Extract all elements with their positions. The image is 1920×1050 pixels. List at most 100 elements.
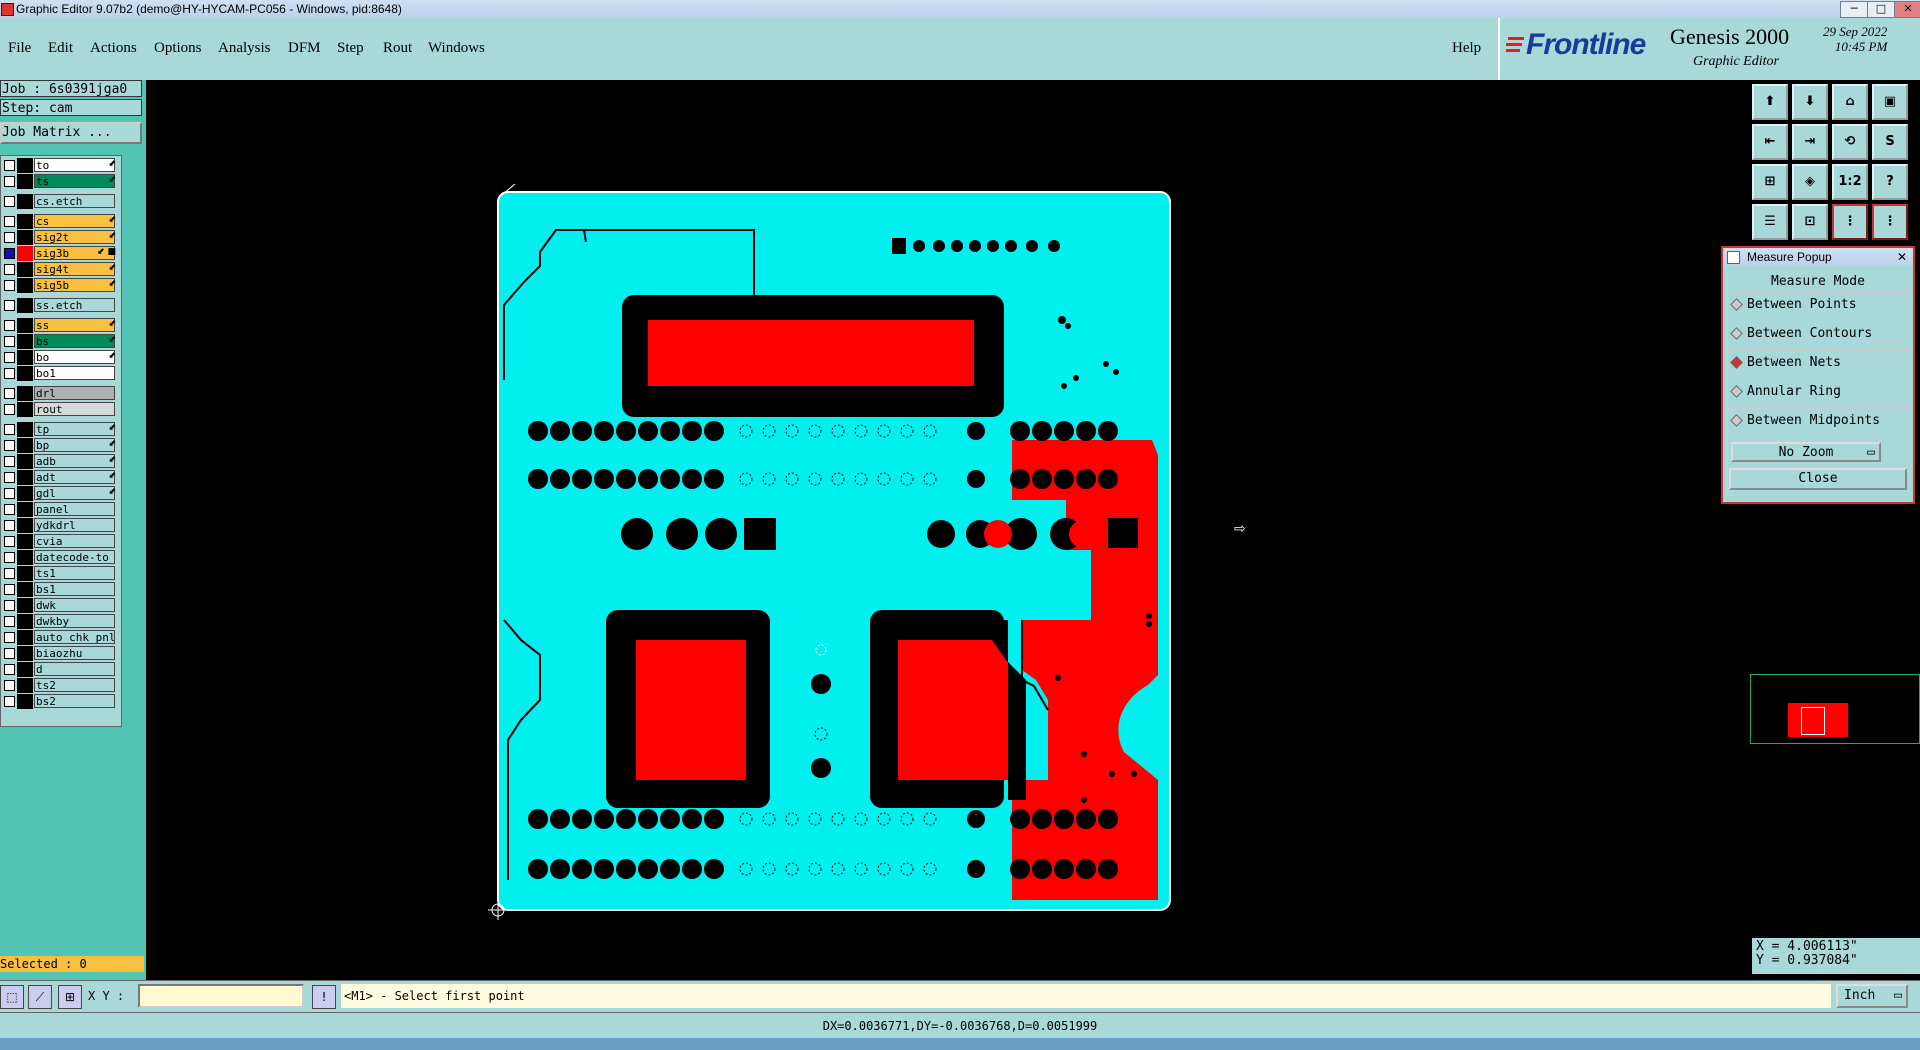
layer-checkbox[interactable] xyxy=(4,600,15,611)
layer-row-ts1[interactable]: ts1 xyxy=(1,566,119,581)
layer-row-ss[interactable]: ss ⬋ xyxy=(1,318,119,333)
measure-option-between-nets[interactable]: Between Nets xyxy=(1729,350,1911,375)
tool-help-icon[interactable]: ? xyxy=(1872,164,1908,200)
layer-row-dwkby[interactable]: dwkby xyxy=(1,614,119,629)
layer-row-datecode-to[interactable]: datecode-to xyxy=(1,550,119,565)
layer-row-bo[interactable]: bo ⬋ xyxy=(1,350,119,365)
overview-viewport[interactable] xyxy=(1801,707,1825,735)
layer-name[interactable]: dwkby xyxy=(34,614,115,628)
layer-name[interactable]: bs1 xyxy=(34,582,115,596)
layer-name[interactable]: bo xyxy=(34,350,115,364)
tool-pan-left-icon[interactable]: ⇤ xyxy=(1752,124,1788,160)
tool-net-icon[interactable]: ⋮ xyxy=(1832,204,1868,240)
layer-row-bs1[interactable]: bs1 xyxy=(1,582,119,597)
menu-rout[interactable]: Rout xyxy=(383,40,412,57)
layer-row-ts[interactable]: ts ⬋ xyxy=(1,174,119,189)
layer-checkbox[interactable] xyxy=(4,352,15,363)
radio-diamond-icon[interactable] xyxy=(1730,414,1743,427)
layer-name[interactable]: bs xyxy=(34,334,115,348)
layer-row-biaozhu[interactable]: biaozhu xyxy=(1,646,119,661)
tool-grid-icon[interactable]: ⊡ xyxy=(1792,204,1828,240)
layer-name[interactable]: rout xyxy=(34,402,115,416)
layer-checkbox[interactable] xyxy=(4,216,15,227)
layer-name[interactable]: sig5b xyxy=(34,278,115,292)
layer-name[interactable]: ts xyxy=(34,174,115,188)
layer-name[interactable]: dwk xyxy=(34,598,115,612)
tool-redraw-icon[interactable]: ⟲ xyxy=(1832,124,1868,160)
layer-name[interactable]: gdl xyxy=(34,486,115,500)
tool-snap-icon[interactable]: S xyxy=(1872,124,1908,160)
layer-row-cs.etch[interactable]: cs.etch xyxy=(1,194,119,209)
tool-layer-icon[interactable]: ☰ xyxy=(1752,204,1788,240)
layer-checkbox[interactable] xyxy=(4,440,15,451)
layer-row-rout[interactable]: rout xyxy=(1,402,119,417)
info-icon[interactable]: ! xyxy=(312,985,336,1009)
layer-row-cvia[interactable]: cvia xyxy=(1,534,119,549)
layer-row-cs[interactable]: cs ⬋ xyxy=(1,214,119,229)
menu-analysis[interactable]: Analysis xyxy=(218,40,271,57)
layer-row-drl[interactable]: drl xyxy=(1,386,119,401)
menu-help[interactable]: Help xyxy=(1452,40,1481,57)
tool-step-up-icon[interactable]: ⬆ xyxy=(1752,84,1788,120)
layer-name[interactable]: ts1 xyxy=(34,566,115,580)
measure-option-between-midpoints[interactable]: Between Midpoints xyxy=(1729,408,1911,433)
layer-checkbox[interactable] xyxy=(4,664,15,675)
measure-option-between-points[interactable]: Between Points xyxy=(1729,292,1911,317)
layer-row-adt[interactable]: adt ⬋ xyxy=(1,470,119,485)
job-matrix-button[interactable]: Job Matrix ... xyxy=(0,122,142,144)
close-window-button[interactable]: ✕ xyxy=(1894,1,1920,18)
layer-name[interactable]: tp xyxy=(34,422,115,436)
layer-checkbox[interactable] xyxy=(4,176,15,187)
layer-checkbox[interactable] xyxy=(4,568,15,579)
layer-row-panel[interactable]: panel xyxy=(1,502,119,517)
layer-name[interactable]: ss.etch xyxy=(34,298,115,312)
xy-input[interactable] xyxy=(138,984,304,1008)
layer-checkbox[interactable] xyxy=(4,456,15,467)
layer-checkbox[interactable] xyxy=(4,264,15,275)
layer-checkbox[interactable] xyxy=(4,232,15,243)
layer-name[interactable]: drl xyxy=(34,386,115,400)
radio-diamond-icon[interactable] xyxy=(1730,356,1743,369)
layer-checkbox[interactable] xyxy=(4,632,15,643)
menu-file[interactable]: File xyxy=(8,40,31,57)
layer-row-sig3b[interactable]: sig3b ⬋ ■ xyxy=(1,246,119,261)
layer-name[interactable]: to xyxy=(34,158,115,172)
close-button[interactable]: Close xyxy=(1729,468,1907,490)
layer-row-bp[interactable]: bp ⬋ xyxy=(1,438,119,453)
tool-zoom-fit-icon[interactable]: ⊞ xyxy=(1752,164,1788,200)
menu-windows[interactable]: Windows xyxy=(428,40,485,57)
layer-row-bo1[interactable]: bo1 xyxy=(1,366,119,381)
layer-checkbox[interactable] xyxy=(4,160,15,171)
layer-checkbox[interactable] xyxy=(4,368,15,379)
menu-dfm[interactable]: DFM xyxy=(288,40,321,57)
tool-home-icon[interactable]: ⌂ xyxy=(1832,84,1868,120)
layer-checkbox[interactable] xyxy=(4,320,15,331)
layer-checkbox[interactable] xyxy=(4,696,15,707)
menu-step[interactable]: Step xyxy=(337,40,364,57)
maximize-button[interactable]: □ xyxy=(1867,1,1895,18)
layer-checkbox[interactable] xyxy=(4,536,15,547)
layer-name[interactable]: biaozhu xyxy=(34,646,115,660)
layer-row-ts2[interactable]: ts2 xyxy=(1,678,119,693)
layer-checkbox[interactable] xyxy=(4,424,15,435)
layer-row-adb[interactable]: adb ⬋ xyxy=(1,454,119,469)
layer-row-sig2t[interactable]: sig2t ⬋ xyxy=(1,230,119,245)
radio-diamond-icon[interactable] xyxy=(1730,298,1743,311)
layer-name[interactable]: adt xyxy=(34,470,115,484)
menu-actions[interactable]: Actions xyxy=(90,40,137,57)
layer-row-bs2[interactable]: bs2 xyxy=(1,694,119,709)
layer-name[interactable]: sig2t xyxy=(34,230,115,244)
layer-row-to[interactable]: to ⬋ xyxy=(1,158,119,173)
measure-option-between-contours[interactable]: Between Contours xyxy=(1729,321,1911,346)
radio-diamond-icon[interactable] xyxy=(1730,327,1743,340)
zoom-select[interactable]: No Zoom ▭ xyxy=(1731,442,1881,462)
layer-checkbox[interactable] xyxy=(4,616,15,627)
layer-row-sig4t[interactable]: sig4t ⬋ xyxy=(1,262,119,277)
menu-options[interactable]: Options xyxy=(154,40,202,57)
layer-name[interactable]: adb xyxy=(34,454,115,468)
layer-row-d[interactable]: d xyxy=(1,662,119,677)
layer-checkbox[interactable] xyxy=(4,196,15,207)
grid-mode-icon[interactable]: ⊞ xyxy=(58,985,82,1009)
layer-checkbox[interactable] xyxy=(4,680,15,691)
tool-window-icon[interactable]: ▣ xyxy=(1872,84,1908,120)
